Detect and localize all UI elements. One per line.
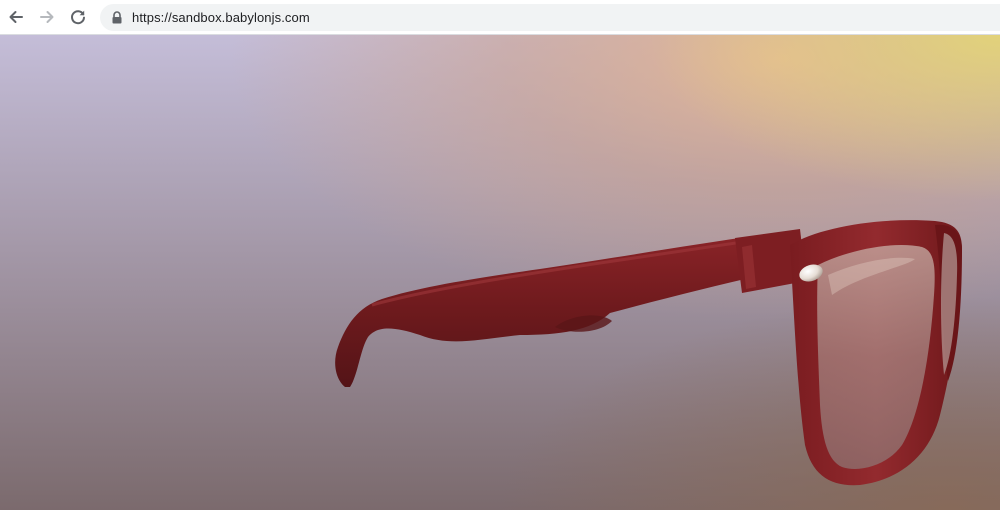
babylon-canvas[interactable] — [0, 35, 1000, 510]
lock-icon — [111, 11, 123, 24]
address-bar[interactable]: https://sandbox.babylonjs.com — [100, 4, 1000, 31]
forward-button[interactable] — [36, 6, 58, 28]
arrow-left-icon — [7, 8, 25, 26]
url-text: https://sandbox.babylonjs.com — [132, 10, 310, 25]
back-button[interactable] — [5, 6, 27, 28]
3d-scene — [0, 35, 1000, 510]
reload-button[interactable] — [67, 6, 89, 28]
arrow-right-icon — [38, 8, 56, 26]
reload-icon — [69, 8, 87, 26]
browser-toolbar: https://sandbox.babylonjs.com — [0, 0, 1000, 35]
